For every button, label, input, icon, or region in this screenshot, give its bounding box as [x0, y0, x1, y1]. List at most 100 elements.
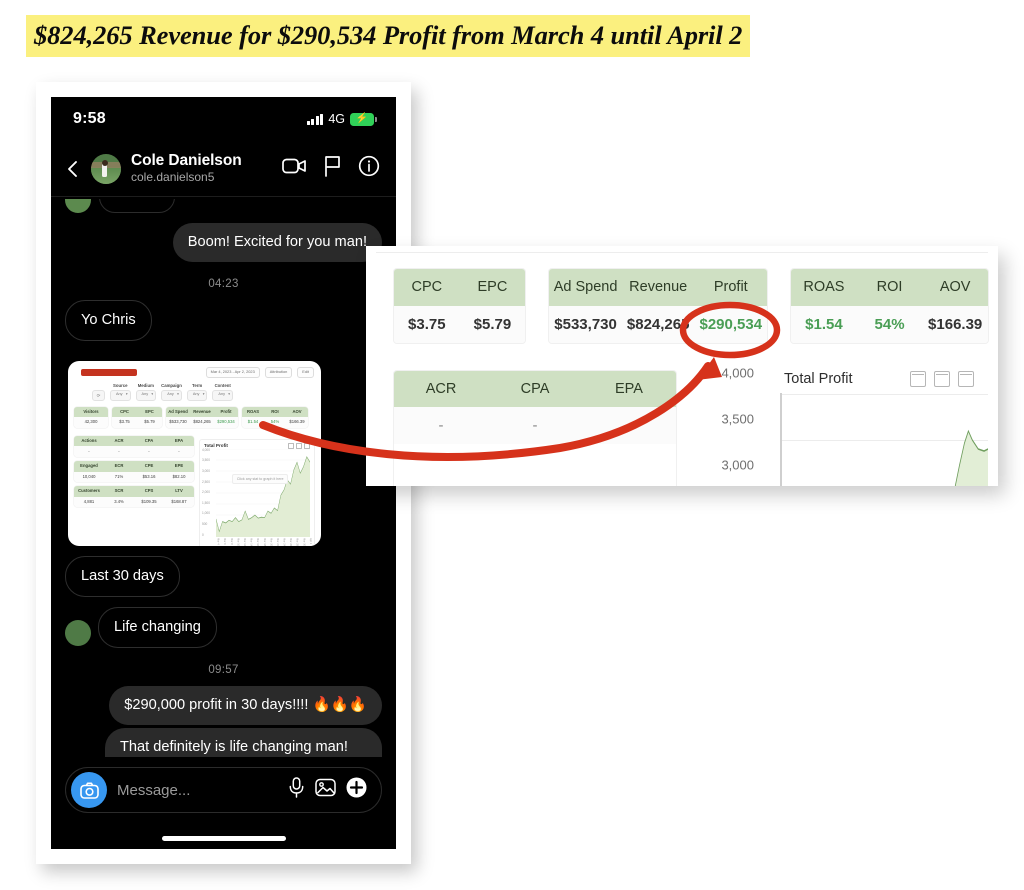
table-header: EPA — [615, 380, 643, 397]
video-call-icon[interactable] — [282, 157, 307, 180]
magnified-dashboard-panel: CPC EPC $3.75 $5.79 Ad Spend Revenue Pro… — [366, 246, 998, 486]
table-returns-magnified: ROAS ROI AOV $1.54 54% $166.39 — [791, 269, 988, 343]
magnified-panel-inner: CPC EPC $3.75 $5.79 Ad Spend Revenue Pro… — [376, 252, 988, 486]
magnified-metric-strip: CPC EPC $3.75 $5.79 Ad Spend Revenue Pro… — [376, 269, 988, 343]
signal-bars-icon — [306, 113, 324, 125]
table-cell: $824,265 — [193, 419, 211, 425]
table-cell-roi: 54% — [874, 315, 905, 333]
table-header: LTV — [175, 488, 183, 494]
filter-campaign: Campaign Any — [161, 383, 182, 401]
date-range-pill[interactable]: Mar 4, 2023 - Apr 2, 2023 — [205, 366, 260, 378]
table-cell: $1.54 — [247, 419, 259, 425]
table-header: SCR — [114, 488, 124, 494]
chat-title-block[interactable]: Cole Danielson cole.danielson5 — [131, 152, 282, 185]
filter-label: Campaign — [161, 382, 182, 388]
table-header: Ad Spend — [168, 408, 188, 414]
filter-value[interactable]: Any — [186, 389, 208, 401]
table-cell: 10,040 — [82, 473, 96, 479]
message-input-bar: Message... — [51, 757, 396, 849]
table-cell: $5.79 — [473, 315, 512, 333]
table-cell: $168.87 — [171, 498, 187, 504]
table-cell: $53.16 — [142, 473, 156, 479]
filter-label: Content — [214, 382, 231, 388]
table-cell-ad-spend: $533,730 — [554, 315, 617, 333]
message-row: $290,000 profit in 30 days!!!! 🔥🔥🔥 — [65, 685, 382, 725]
dashboard-body: Actions ACR CPA EPA - - - - Engaged ECR … — [68, 434, 321, 546]
filter-label: Term — [192, 382, 203, 388]
filter-value[interactable]: Any — [212, 389, 233, 401]
dashboard-left-tables: Actions ACR CPA EPA - - - - Engaged ECR … — [74, 435, 194, 546]
camera-icon[interactable] — [71, 772, 107, 808]
dashboard-screenshot-attachment[interactable]: Mar 4, 2023 - Apr 2, 2023 Attribution Ed… — [68, 360, 321, 546]
total-profit-chart-card[interactable]: Total Profit 4,000 3,500 3,000 2,500 2,000 1… — [199, 438, 315, 546]
table-header: ROI — [271, 408, 279, 414]
microphone-icon[interactable] — [288, 777, 305, 803]
chart-series-line — [954, 429, 988, 486]
table-revenue-magnified: Ad Spend Revenue Profit $533,730 $824,26… — [549, 269, 768, 343]
calendar-week-icon[interactable] — [934, 370, 950, 387]
phone-screenshot-card: 9:58 4G ⚡ Cole Danielson cole.danielson5 — [36, 82, 411, 864]
edit-pill[interactable]: Edit — [297, 366, 314, 378]
table-header: Customers — [78, 488, 100, 494]
avatar[interactable] — [91, 153, 121, 184]
total-profit-area-chart — [216, 448, 310, 537]
table-visitors: Visitors 42,300 — [74, 406, 108, 428]
table-header: ROAS — [246, 408, 260, 414]
message-bubble-received[interactable]: Life changing — [98, 606, 217, 648]
table-cell: - — [438, 417, 444, 434]
calendar-day-icon[interactable] — [958, 370, 974, 387]
message-row: Yo Chris — [65, 299, 382, 341]
table-engaged: Engaged ECR CPE EPE 10,040 71% $53.16 $8 — [74, 460, 194, 483]
dashboard-toolbar: Mar 4, 2023 - Apr 2, 2023 Attribution Ed… — [68, 361, 321, 380]
table-header: EPE — [174, 463, 184, 469]
headline-banner: $824,265 Revenue for $290,534 Profit fro… — [0, 0, 1024, 72]
message-list[interactable]: Boom! Excited for you man! 04:23 Yo Chri… — [51, 197, 396, 797]
chart-x-axis: Mar 4 Mar 6 Mar 8 Mar 10 Mar 12 Mar 14 Mar 16… — [216, 537, 312, 546]
filter-term: Term Any — [186, 382, 208, 401]
table-cell: $533,730 — [169, 419, 187, 425]
message-bubble-sent[interactable]: $290,000 profit in 30 days!!!! 🔥🔥🔥 — [109, 685, 382, 725]
table-header: EPA — [174, 437, 184, 443]
table-cell: - — [532, 417, 538, 434]
attribution-pill[interactable]: Attribution — [264, 366, 293, 378]
message-row: Last 30 days — [65, 555, 382, 597]
table-header: EPC — [477, 279, 508, 295]
image-gallery-icon[interactable] — [315, 778, 336, 802]
dashboard-filters: ⟳ Source Any Medium Any Campaign Any — [68, 380, 321, 406]
message-input-pill[interactable]: Message... — [65, 767, 382, 813]
info-icon[interactable] — [358, 155, 380, 182]
table-header: Revenue — [629, 279, 688, 295]
table-cell-aov: $166.39 — [928, 315, 983, 333]
message-bubble-received[interactable]: Last 30 days — [65, 555, 180, 597]
table-actions-magnified: ACR CPA EPA - - - — [394, 370, 676, 487]
table-header: Ad Spend — [553, 279, 618, 295]
total-profit-chart-magnified: Total Profit 4,000 3,500 3,000 — [706, 365, 988, 486]
table-header: Profit — [220, 408, 232, 414]
message-bubble-received[interactable]: Yo Chris — [65, 299, 152, 341]
message-row: Boom! Excited for you man! — [65, 223, 382, 262]
flag-icon[interactable] — [323, 155, 342, 182]
table-cell-profit: $290,534 — [217, 419, 235, 425]
plus-icon[interactable] — [346, 777, 367, 803]
calendar-month-icon[interactable] — [910, 370, 926, 387]
y-tick: 3,500 — [721, 411, 754, 426]
message-input-placeholder[interactable]: Message... — [117, 782, 278, 799]
table-header: Profit — [713, 279, 748, 295]
filter-value[interactable]: Any — [110, 389, 131, 401]
filter-label: Source — [112, 382, 128, 388]
status-indicators: 4G ⚡ — [306, 112, 377, 126]
message-bubble-sent[interactable]: Boom! Excited for you man! — [172, 223, 382, 262]
metric-strip-top: Visitors 42,300 CPC EPC $3.75 $5.79 Ad S… — [68, 406, 321, 434]
table-cell: - — [118, 448, 120, 454]
table-header: CPA — [144, 437, 154, 443]
filter-value[interactable]: Any — [161, 389, 182, 401]
avatar[interactable] — [65, 619, 91, 646]
back-chevron-icon[interactable] — [63, 159, 83, 179]
phone-screen: 9:58 4G ⚡ Cole Danielson cole.danielson5 — [51, 97, 396, 849]
refresh-icon[interactable]: ⟳ — [92, 389, 105, 401]
status-bar: 9:58 4G ⚡ — [51, 97, 396, 141]
filter-value[interactable]: Any — [135, 389, 157, 401]
chat-header-actions — [282, 155, 380, 182]
chat-header: Cole Danielson cole.danielson5 — [51, 141, 396, 197]
chart-calendar-icons — [910, 370, 974, 387]
